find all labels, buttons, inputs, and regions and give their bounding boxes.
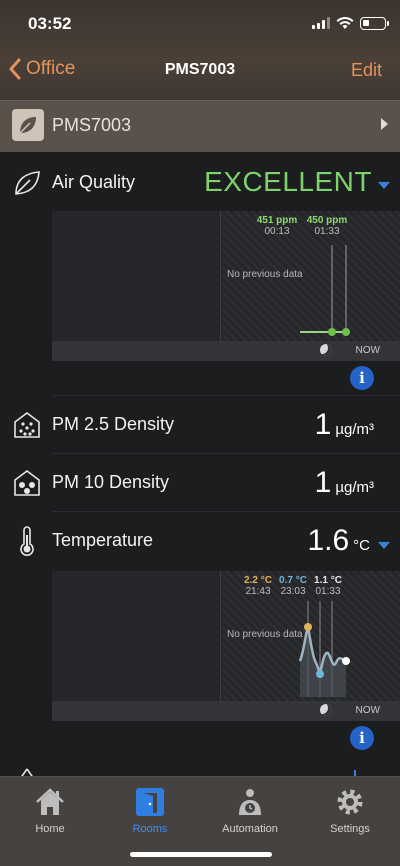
battery-icon [360, 16, 389, 30]
automation-icon [239, 789, 261, 815]
moon-icon [320, 344, 332, 356]
moon-icon [320, 704, 332, 716]
data-point [342, 657, 350, 665]
air-quality-row[interactable]: Air Quality EXCELLENT [0, 154, 400, 212]
rooms-icon [136, 788, 164, 816]
thermometer-icon [20, 526, 34, 556]
tab-rooms[interactable]: Rooms [100, 785, 200, 835]
pm10-row[interactable]: PM 10 Density 1 µg/m³ [0, 454, 400, 512]
pm10-value: 1 µg/m³ [314, 466, 374, 499]
pm25-row[interactable]: PM 2.5 Density 1 µg/m³ [0, 396, 400, 454]
wifi-icon [336, 16, 354, 29]
pm25-value: 1 µg/m³ [314, 408, 374, 441]
data-point [328, 328, 336, 336]
home-icon [36, 788, 64, 815]
tab-settings[interactable]: Settings [300, 785, 400, 835]
temperature-plot [298, 601, 350, 697]
chevron-down-icon[interactable] [378, 542, 390, 549]
info-button[interactable]: i [350, 726, 374, 750]
now-label: NOW [355, 345, 380, 356]
settings-icon [337, 789, 363, 815]
particles-small-icon [14, 412, 40, 438]
temperature-row[interactable]: Temperature 1.6 °C [0, 512, 400, 570]
home-indicator[interactable] [130, 852, 272, 857]
leaf-icon [12, 109, 44, 141]
air-quality-label: Air Quality [52, 172, 136, 192]
navigation-bar: Office PMS7003 Edit [0, 52, 400, 92]
top-bar: 03:52 Office PMS7003 Edit [0, 0, 400, 100]
page-title: PMS7003 [164, 61, 236, 78]
tab-automation[interactable]: Automation [200, 785, 300, 835]
air-quality-graph[interactable]: No previous data 451 ppm 00:13 450 ppm 0… [52, 211, 400, 361]
particles-large-icon [14, 470, 40, 496]
device-header[interactable]: PMS7003 [0, 100, 400, 152]
air-quality-plot [300, 245, 350, 336]
graph-timeline: NOW [52, 341, 400, 361]
data-point [316, 670, 324, 678]
cellular-signal-icon [312, 17, 330, 29]
info-button[interactable]: i [350, 366, 374, 390]
disclosure-arrow-icon [381, 118, 388, 130]
temperature-graph[interactable]: No previous data 2.2 °C 21:43 0.7 °C 23:… [52, 571, 400, 721]
status-bar: 03:52 [0, 12, 400, 36]
now-label: NOW [355, 705, 380, 716]
leaf-outline-icon [15, 171, 40, 195]
temperature-label: Temperature [52, 530, 154, 550]
humidity-row-partial [0, 758, 400, 778]
air-quality-status: EXCELLENT [204, 166, 372, 197]
edit-button[interactable]: Edit [351, 60, 382, 81]
pm25-label: PM 2.5 Density [52, 414, 175, 434]
temperature-value: 1.6 °C [307, 524, 370, 557]
tab-home[interactable]: Home [0, 785, 100, 835]
status-time: 03:52 [28, 14, 72, 33]
chevron-down-icon[interactable] [378, 182, 390, 189]
graph-timeline: NOW [52, 701, 400, 721]
pm10-label: PM 10 Density [52, 472, 170, 492]
data-point [304, 623, 312, 631]
device-name: PMS7003 [52, 115, 132, 135]
data-point [342, 328, 350, 336]
